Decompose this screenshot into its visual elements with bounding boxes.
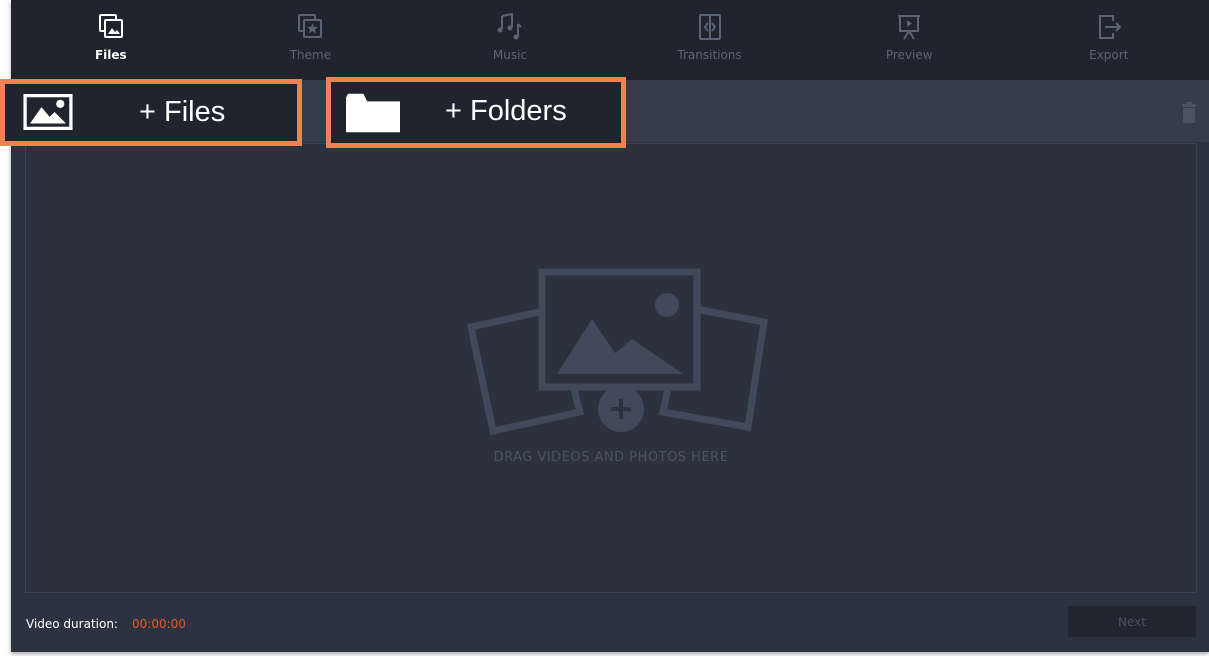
transitions-icon xyxy=(698,14,721,40)
files-icon xyxy=(98,14,123,38)
export-icon xyxy=(1098,15,1122,39)
footer: Video duration: 00:00:00 Next xyxy=(11,595,1209,652)
add-media-icon xyxy=(466,268,768,436)
duration-label: Video duration: xyxy=(26,617,118,631)
tab-theme[interactable]: Theme xyxy=(211,0,411,80)
tab-music-label: Music xyxy=(492,48,528,62)
tab-music[interactable]: Music xyxy=(410,0,610,80)
add-files-label: + Files xyxy=(139,96,226,128)
trash-icon[interactable] xyxy=(1181,102,1197,124)
tab-files[interactable]: Files xyxy=(11,0,211,80)
preview-icon xyxy=(898,15,921,40)
add-folders-button[interactable]: + Folders xyxy=(326,77,626,148)
add-files-button[interactable]: + Files xyxy=(0,79,302,146)
wizard-toolbar: Files Theme Music Transitions Preview Ex… xyxy=(11,0,1209,80)
tab-transitions-label: Transitions xyxy=(677,48,742,62)
tab-export-label: Export xyxy=(1089,48,1129,62)
duration-value: 00:00:00 xyxy=(132,617,186,631)
add-folders-label: + Folders xyxy=(445,95,567,127)
tab-preview[interactable]: Preview xyxy=(809,0,1009,80)
tab-theme-label: Theme xyxy=(289,48,332,62)
drop-zone-text: DRAG VIDEOS AND PHOTOS HERE xyxy=(493,450,729,465)
tab-preview-label: Preview xyxy=(885,48,933,62)
tab-files-label: Files xyxy=(94,48,127,62)
drop-zone[interactable]: DRAG VIDEOS AND PHOTOS HERE xyxy=(25,143,1197,593)
tab-export[interactable]: Export xyxy=(1009,0,1209,80)
tab-transitions[interactable]: Transitions xyxy=(610,0,810,80)
music-icon xyxy=(497,12,522,40)
next-button[interactable]: Next xyxy=(1068,606,1196,637)
folder-icon xyxy=(346,93,400,133)
image-icon xyxy=(23,94,73,130)
theme-icon xyxy=(298,14,323,38)
